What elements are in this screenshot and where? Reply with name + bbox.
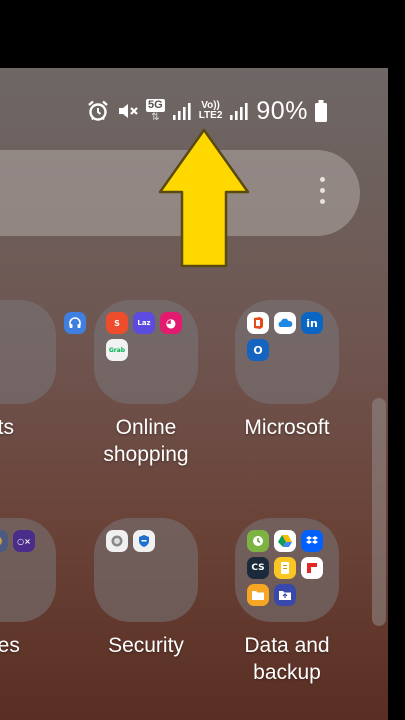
onedrive-app-icon (274, 312, 296, 334)
folder-label-data-and-backup: Data and backup (244, 634, 330, 684)
folder-label-security: Security (108, 634, 184, 657)
game-app-icon (0, 530, 8, 552)
folder-label-online-shopping: Online shopping (103, 416, 189, 466)
grab-app-icon: Grab (106, 339, 128, 361)
folder-online-shopping[interactable]: S Laz ◕ Grab (94, 300, 198, 404)
headphones-app-icon (64, 312, 86, 334)
clock-app-icon (247, 530, 269, 552)
folder-label-shortcuts: uts (0, 416, 14, 439)
folder-data-and-backup[interactable]: CS (235, 518, 339, 622)
outlook-app-icon: O (247, 339, 269, 361)
folder-microsoft[interactable]: in O (235, 300, 339, 404)
linkedin-app-icon: in (301, 312, 323, 334)
file-transfer-app-icon (274, 584, 296, 606)
lazada-app-icon: Laz (133, 312, 155, 334)
folder-label-microsoft: Microsoft (244, 416, 330, 439)
cs-app-icon: CS (247, 557, 269, 579)
office-app-icon (247, 312, 269, 334)
data-activity-arrows-icon: ⇅ (151, 112, 160, 123)
signal-strength-icon-sim1 (171, 100, 193, 122)
folder-security[interactable] (94, 518, 198, 622)
dropbox-app-icon (301, 530, 323, 552)
folder-shortcuts[interactable] (0, 300, 86, 404)
signal-strength-icon-sim2 (228, 100, 250, 122)
home-screen: 5G ⇅ Vo)) LTE2 90% ts S Laz ◕ Grab Onlin… (0, 68, 388, 720)
flipboard-app-icon (301, 557, 323, 579)
folder-label-games: mes (0, 634, 20, 657)
vpn-shield-app-icon (133, 530, 155, 552)
black-top-area (0, 0, 405, 68)
alarm-clock-icon (86, 99, 110, 123)
foodpanda-app-icon: ◕ (160, 312, 182, 334)
shopee-app-icon: S (106, 312, 128, 334)
battery-percentage: 90% (256, 96, 308, 125)
battery-icon (314, 99, 328, 123)
yellow-arrow-annotation (158, 128, 250, 268)
my-files-app-icon (247, 584, 269, 606)
security-app-icon-grey (106, 530, 128, 552)
folder-games[interactable]: ○× (0, 518, 56, 622)
google-drive-app-icon (274, 530, 296, 552)
document-app-icon (274, 557, 296, 579)
galaxy-game-launcher-icon: ○× (13, 530, 35, 552)
vibrate-mute-icon (116, 99, 140, 123)
volte-lte2-indicator: Vo)) LTE2 (198, 100, 223, 121)
network-5g-indicator: 5G ⇅ (146, 99, 165, 123)
status-bar: 5G ⇅ Vo)) LTE2 90% (86, 96, 328, 126)
page-scrollbar[interactable] (372, 398, 386, 626)
more-options-icon[interactable] (318, 177, 326, 209)
